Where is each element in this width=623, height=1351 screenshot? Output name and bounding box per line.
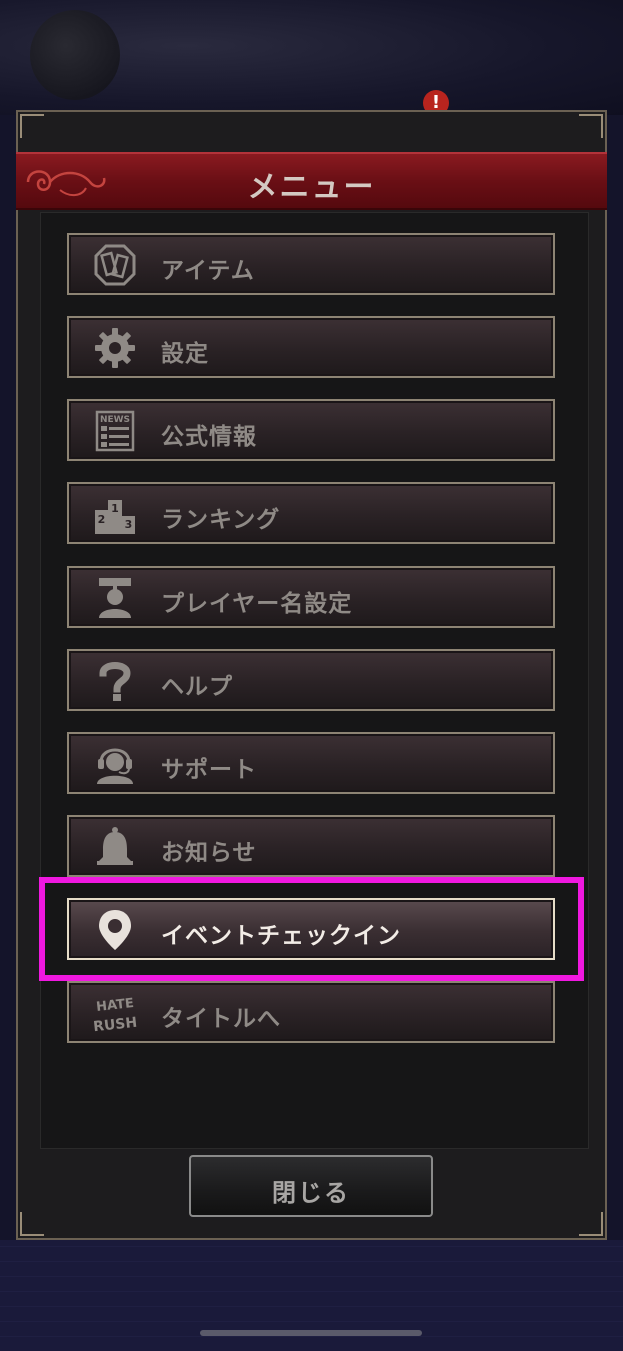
menu-item-settings[interactable]: 設定	[67, 316, 555, 378]
menu-item-help[interactable]: ヘルプ	[67, 649, 555, 711]
corner-ornament	[20, 114, 44, 138]
selection-highlight	[39, 877, 584, 981]
menu-title: メニュー	[247, 170, 376, 205]
menu-item-ranking[interactable]: 1 2 3 ランキング	[67, 482, 555, 544]
player-icon	[99, 578, 131, 618]
item-icon	[94, 244, 136, 286]
menu-item-label: サポート	[161, 757, 257, 783]
menu-title-bar: メニュー	[16, 152, 607, 210]
game-logo-icon: HATE RUSH	[93, 996, 137, 1035]
menu-item-label: 設定	[161, 341, 209, 367]
menu-item-support[interactable]: サポート	[67, 732, 555, 794]
menu-item-label: 公式情報	[161, 424, 257, 450]
background-decoration	[30, 10, 120, 100]
close-button-label: 閉じる	[272, 1179, 350, 1207]
close-button[interactable]: 閉じる	[189, 1155, 433, 1217]
menu-item-label: タイトルへ	[161, 1006, 281, 1032]
question-icon	[99, 662, 131, 701]
menu-item-official-info[interactable]: NEWS 公式情報	[67, 399, 555, 461]
news-icon: NEWS	[95, 410, 135, 452]
podium-icon: 1 2 3	[95, 500, 135, 534]
svg-text:3: 3	[125, 518, 133, 531]
corner-ornament	[579, 1212, 603, 1236]
svg-text:NEWS: NEWS	[100, 415, 130, 425]
menu-item-label: プレイヤー名設定	[161, 591, 353, 617]
headset-icon	[97, 748, 133, 784]
menu-item-label: ランキング	[161, 507, 281, 533]
svg-text:HATE: HATE	[96, 996, 135, 1015]
svg-text:1: 1	[111, 502, 119, 515]
menu-item-label: ヘルプ	[161, 674, 233, 700]
home-indicator[interactable]	[200, 1330, 422, 1336]
menu-item-items[interactable]: アイテム	[67, 233, 555, 295]
menu-item-player-name[interactable]: プレイヤー名設定	[67, 566, 555, 628]
svg-text:RUSH: RUSH	[93, 1015, 137, 1035]
svg-text:2: 2	[98, 513, 106, 526]
menu-item-to-title[interactable]: HATE RUSH タイトルへ	[67, 981, 555, 1043]
bell-icon	[97, 827, 133, 865]
menu-item-notices[interactable]: お知らせ	[67, 815, 555, 877]
menu-item-label: アイテム	[161, 258, 255, 284]
game-background	[0, 0, 623, 115]
corner-ornament	[20, 1212, 44, 1236]
corner-ornament	[579, 114, 603, 138]
gear-icon	[95, 328, 135, 368]
menu-item-label: お知らせ	[161, 840, 257, 866]
